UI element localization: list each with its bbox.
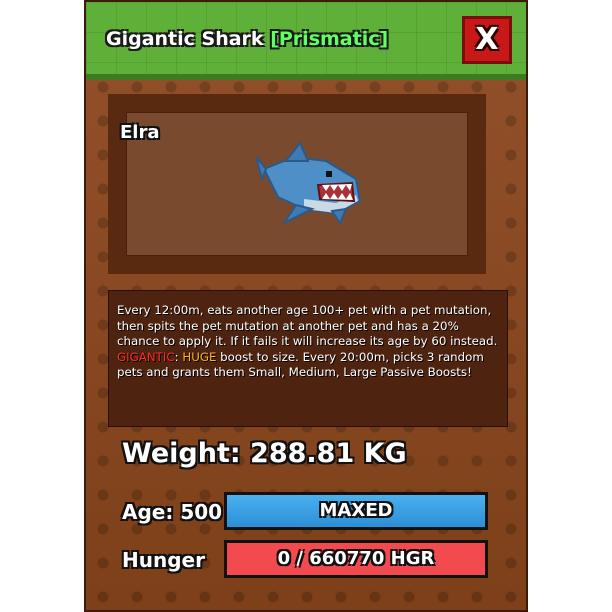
age-bar-text: MAXED bbox=[319, 500, 393, 521]
ability-description: Every 12:00m, eats another age 100+ pet … bbox=[108, 290, 508, 427]
shark-icon bbox=[256, 141, 362, 225]
mutation-tag: [Prismatic] bbox=[270, 28, 389, 50]
weight-label: Weight: 288.81 KG bbox=[122, 438, 407, 469]
age-progress-bar: MAXED bbox=[224, 492, 488, 530]
description-line-2: GIGANTIC: HUGE boost to size. Every 20:0… bbox=[117, 350, 499, 381]
pet-name: Elra bbox=[120, 122, 160, 143]
pet-info-panel: Gigantic Shark [Prismatic] X Elra Every … bbox=[84, 0, 528, 612]
hunger-bar-text: 0 / 660770 HGR bbox=[277, 548, 435, 569]
close-icon: X bbox=[475, 22, 499, 57]
age-label: Age: 500 bbox=[122, 500, 223, 524]
hunger-progress-bar: 0 / 660770 HGR bbox=[224, 540, 488, 578]
gigantic-keyword: GIGANTIC bbox=[117, 349, 175, 364]
huge-keyword: HUGE bbox=[182, 349, 217, 364]
pet-species: Gigantic Shark bbox=[106, 28, 264, 50]
description-line-1: Every 12:00m, eats another age 100+ pet … bbox=[117, 303, 498, 349]
pet-title: Gigantic Shark [Prismatic] bbox=[106, 28, 388, 50]
hunger-label: Hunger bbox=[122, 548, 205, 572]
close-button[interactable]: X bbox=[462, 16, 512, 64]
panel-header: Gigantic Shark [Prismatic] X bbox=[86, 2, 526, 80]
